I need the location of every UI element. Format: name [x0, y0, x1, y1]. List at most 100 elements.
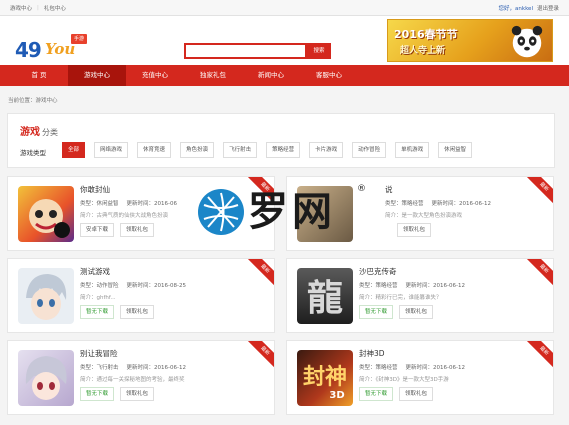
svg-text:封神: 封神 — [303, 364, 347, 390]
game-updated: 更新时间：2016-06-12 — [405, 283, 465, 289]
chibi-girl-icon — [25, 356, 67, 400]
type-label: 游戏类型 — [20, 149, 46, 157]
game-name[interactable]: 你敢封仙 — [80, 184, 110, 195]
category-title-main: 游戏 — [20, 127, 40, 138]
top-link-gift-center[interactable]: 礼包中心 — [44, 4, 66, 12]
game-updated: 更新时间：2016-08-25 — [126, 283, 186, 289]
game-card[interactable]: 别让我冒险 类型：飞行射击 更新时间：2016-06-12 简介：通过每一关探秘地… — [7, 340, 275, 415]
search-button[interactable]: 搜索 — [307, 43, 331, 59]
fengshen-logo-icon: 封神 3D — [303, 364, 347, 401]
new-ribbon: 最新 — [526, 177, 553, 205]
banner-title: 2016春节节 — [394, 28, 458, 41]
game-updated: 更新时间：2016-06-12 — [431, 201, 491, 207]
tag-puzzle[interactable]: 休闲益智 — [438, 142, 473, 158]
game-type: 类型：策略经营 — [359, 283, 398, 289]
cartoon-hero-icon — [29, 199, 70, 238]
nav-news-center[interactable]: 新闻中心 — [242, 65, 300, 86]
tag-strategy[interactable]: 策略经营 — [266, 142, 301, 158]
claim-gift-button[interactable]: 领取礼包 — [120, 223, 155, 237]
game-type: 类型：动作冒险 — [80, 283, 119, 289]
game-icon[interactable]: 封神 3D — [297, 350, 353, 406]
game-name[interactable]: 封神3D — [359, 348, 385, 359]
claim-gift-button[interactable]: 领取礼包 — [399, 305, 434, 319]
card-buttons: 安卓下载 领取礼包 — [80, 223, 155, 237]
card-buttons: 领取礼包 — [397, 223, 432, 237]
svg-text:3D: 3D — [329, 390, 344, 401]
game-icon[interactable]: 龍 — [297, 268, 353, 324]
game-meta: 类型：飞行射击 更新时间：2016-06-12 — [80, 363, 186, 371]
game-card[interactable]: 龍 沙巴克传奇 类型：策略经营 更新时间：2016-06-12 简介：精彩行已完，… — [286, 258, 554, 333]
game-meta: 类型：策略经营 更新时间：2016-06-12 — [385, 199, 491, 207]
registered-mark: ® — [357, 184, 366, 194]
game-card[interactable]: 封神 3D 封神3D 类型：策略经营 更新时间：2016-06-12 简介：《封神… — [286, 340, 554, 415]
claim-gift-button[interactable]: 领取礼包 — [399, 387, 434, 401]
logout-link[interactable]: 退出登录 — [537, 4, 559, 12]
game-desc: 简介：ghfhf... — [80, 295, 116, 301]
game-updated: 更新时间：2016-06-12 — [126, 365, 186, 371]
dragon-character-icon: 龍 — [307, 277, 343, 319]
no-download-button[interactable]: 暂无下载 — [359, 305, 394, 319]
category-title-suffix: 分类 — [42, 128, 58, 137]
user-area: 您好，ankkel 退出登录 — [499, 4, 559, 12]
no-download-button[interactable]: 暂无下载 — [80, 305, 115, 319]
panda-illustration — [511, 25, 543, 58]
game-card[interactable]: 测试游戏 类型：动作冒险 更新时间：2016-08-25 简介：ghfhf... … — [7, 258, 275, 333]
download-button[interactable]: 安卓下载 — [80, 223, 115, 237]
card-buttons: 暂无下载 领取礼包 — [80, 305, 155, 319]
breadcrumb: 当前位置：游戏中心 — [8, 98, 58, 104]
nav-service-center[interactable]: 客服中心 — [300, 65, 358, 86]
top-bar: 游戏中心 | 礼包中心 您好，ankkel 退出登录 — [0, 0, 569, 16]
game-name[interactable]: 说 — [385, 184, 393, 195]
tag-card[interactable]: 卡片游戏 — [309, 142, 344, 158]
game-meta: 类型：策略经营 更新时间：2016-06-12 — [359, 363, 465, 371]
logo-tag: 手游 — [71, 34, 87, 44]
watermark-globe-icon — [198, 189, 244, 235]
nav-recharge-center[interactable]: 充值中心 — [126, 65, 184, 86]
game-desc: 简介：通过每一关探秘地图的考验，最终奖 — [80, 377, 185, 383]
new-ribbon: 最新 — [526, 259, 553, 287]
search-bar: 搜索 — [184, 43, 331, 59]
game-type: 类型：飞行射击 — [80, 365, 119, 371]
game-updated: 更新时间：2016-06-12 — [405, 365, 465, 371]
banner-subtitle: 超人寺上新 — [400, 46, 446, 56]
site-logo[interactable]: 49 You 手游 — [15, 34, 87, 62]
tag-rpg[interactable]: 角色扮演 — [180, 142, 215, 158]
svg-text:龍: 龍 — [307, 277, 343, 319]
category-panel: 游戏 分类 游戏类型 全部 网络游戏 休育竞速 角色扮演 飞行射击 策略经营 卡片… — [7, 113, 555, 168]
game-icon[interactable] — [18, 350, 74, 406]
tag-sports-racing[interactable]: 休育竞速 — [137, 142, 172, 158]
tag-all[interactable]: 全部 — [62, 142, 86, 158]
nav-home[interactable]: 首 页 — [10, 65, 68, 86]
tag-online[interactable]: 网络游戏 — [94, 142, 129, 158]
game-desc: 简介：古典气质的仙侠大战角色扮演 — [80, 213, 169, 219]
claim-gift-button[interactable]: 领取礼包 — [397, 223, 432, 237]
game-icon[interactable] — [18, 268, 74, 324]
type-tags: 全部 网络游戏 休育竞速 角色扮演 飞行射击 策略经营 卡片游戏 动作冒险 单机… — [62, 142, 473, 158]
category-title: 游戏 分类 — [20, 123, 58, 138]
game-icon[interactable] — [18, 186, 74, 242]
tag-action[interactable]: 动作冒险 — [352, 142, 387, 158]
nav-game-center[interactable]: 游戏中心 — [68, 65, 126, 86]
user-greeting-link[interactable]: 您好，ankkel — [499, 4, 533, 12]
card-buttons: 暂无下载 领取礼包 — [359, 387, 434, 401]
game-desc: 简介：精彩行已完，谁能篡谁失？ — [359, 295, 442, 301]
no-download-button[interactable]: 暂无下载 — [359, 387, 394, 401]
no-download-button[interactable]: 暂无下载 — [80, 387, 115, 401]
promo-banner[interactable]: 2016春节节 超人寺上新 — [387, 19, 553, 62]
tag-shooting[interactable]: 飞行射击 — [223, 142, 258, 158]
game-meta: 类型：休闲益智 更新时间：2016-06 — [80, 199, 177, 207]
game-name[interactable]: 沙巴克传奇 — [359, 266, 397, 277]
game-name[interactable]: 别让我冒险 — [80, 348, 118, 359]
separator: | — [37, 4, 39, 11]
game-type: 类型：策略经营 — [359, 365, 398, 371]
search-input[interactable] — [184, 43, 307, 59]
game-name[interactable]: 测试游戏 — [80, 266, 110, 277]
tag-single-player[interactable]: 单机游戏 — [395, 142, 430, 158]
top-link-game-center[interactable]: 游戏中心 — [10, 4, 32, 12]
main-nav: 首 页 游戏中心 充值中心 独家礼包 新闻中心 客服中心 — [0, 65, 569, 86]
card-buttons: 暂无下载 领取礼包 — [359, 305, 434, 319]
nav-exclusive-gifts[interactable]: 独家礼包 — [184, 65, 242, 86]
logo-number: 49 — [15, 38, 42, 62]
claim-gift-button[interactable]: 领取礼包 — [120, 387, 155, 401]
claim-gift-button[interactable]: 领取礼包 — [120, 305, 155, 319]
